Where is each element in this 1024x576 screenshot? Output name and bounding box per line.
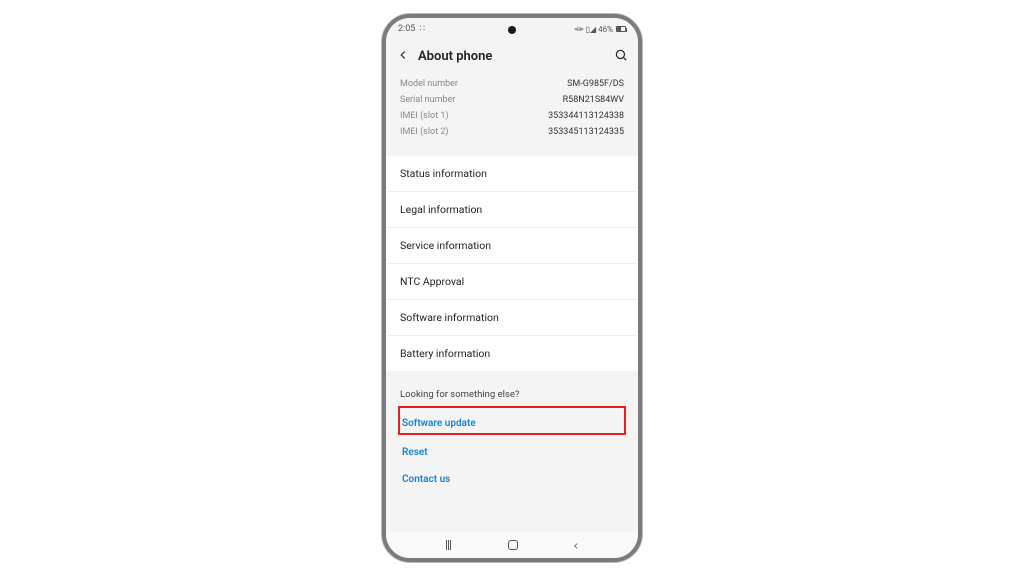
menu-item[interactable]: NTC Approval xyxy=(386,264,638,300)
volte-icon: ⩹⩺ xyxy=(574,24,583,34)
info-label: IMEI (slot 2) xyxy=(400,127,449,137)
footer-link[interactable]: Software update xyxy=(402,418,476,429)
info-label: Model number xyxy=(400,79,458,89)
phone-frame: 2:05 ∷ ⩹⩺ ▯◢ 46% About phone Model numbe… xyxy=(382,14,642,562)
status-time: 2:05 xyxy=(398,24,415,34)
info-value: 353345113124335 xyxy=(548,127,624,137)
menu-item[interactable]: Status information xyxy=(386,156,638,192)
menu-item[interactable]: Legal information xyxy=(386,192,638,228)
battery-icon xyxy=(616,26,626,32)
home-button[interactable] xyxy=(508,540,518,550)
footer-block: Looking for something else? Software upd… xyxy=(386,379,638,532)
back-icon[interactable] xyxy=(396,47,410,66)
menu-item[interactable]: Battery information xyxy=(386,336,638,371)
footer-link-wrap: Contact us xyxy=(400,463,624,490)
screen-header: About phone xyxy=(386,40,638,72)
footer-link[interactable]: Contact us xyxy=(402,474,450,485)
info-row: Serial number R58N21S84WV xyxy=(400,92,624,108)
info-value: SM-G985F/DS xyxy=(567,79,624,89)
menu-item[interactable]: Service information xyxy=(386,228,638,264)
info-value: R58N21S84WV xyxy=(563,95,624,105)
footer-link[interactable]: Reset xyxy=(402,447,428,458)
search-icon[interactable] xyxy=(614,47,628,66)
page-title: About phone xyxy=(418,49,614,64)
menu-list: Status informationLegal informationServi… xyxy=(386,156,638,371)
info-row: IMEI (slot 1) 353344113124338 xyxy=(400,108,624,124)
signal-icon: ▯◢ xyxy=(586,25,597,34)
info-row: Model number SM-G985F/DS xyxy=(400,76,624,92)
footer-link-wrap: Reset xyxy=(400,436,624,463)
front-camera xyxy=(508,26,516,34)
highlighted-link: Software update xyxy=(398,406,626,435)
battery-pct: 46% xyxy=(598,25,613,34)
device-info-block: Model number SM-G985F/DS Serial number R58N… xyxy=(386,72,638,150)
menu-item[interactable]: Software information xyxy=(386,300,638,336)
info-label: Serial number xyxy=(400,95,455,105)
dots-icon: ∷ xyxy=(419,24,424,34)
info-value: 353344113124338 xyxy=(548,111,624,121)
footer-title: Looking for something else? xyxy=(400,389,624,400)
recents-button[interactable] xyxy=(443,540,455,550)
info-label: IMEI (slot 1) xyxy=(400,111,449,121)
info-row: IMEI (slot 2) 353345113124335 xyxy=(400,124,624,140)
content-area: Model number SM-G985F/DS Serial number R58N… xyxy=(386,72,638,532)
navigation-bar xyxy=(386,532,638,558)
nav-back-button[interactable] xyxy=(571,536,581,555)
